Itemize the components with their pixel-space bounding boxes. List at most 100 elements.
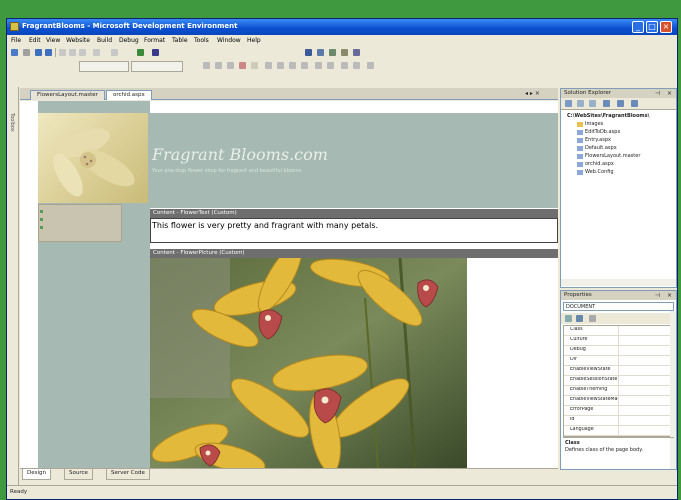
property-row[interactable]: Language (564, 426, 672, 436)
start-debugging-icon[interactable] (137, 49, 144, 56)
maximize-button[interactable]: □ (646, 21, 658, 33)
property-row[interactable]: Dir (564, 356, 672, 366)
bold-icon[interactable] (203, 62, 210, 69)
solution-explorer-icon[interactable] (305, 49, 312, 56)
content-placeholder-label: Content - FlowerText (Custom) (150, 209, 558, 218)
tree-item-edittodb[interactable]: EditToDb.aspx (585, 129, 620, 135)
ide-window: FragrantBlooms - Microsoft Development E… (6, 18, 678, 500)
align-left-icon[interactable] (265, 62, 272, 69)
view-tabs: Design Source Server Code (20, 468, 558, 480)
menu-format[interactable]: Format (144, 37, 165, 44)
menu-build[interactable]: Build (97, 37, 112, 44)
solution-explorer-toolbar (561, 98, 676, 110)
properties-header: Properties ⊣ × (561, 291, 676, 300)
font-name-dropdown[interactable] (131, 61, 183, 72)
file-icon (577, 138, 583, 143)
properties-icon[interactable] (565, 100, 572, 107)
property-row[interactable]: EnableViewState (564, 366, 672, 376)
font-color-icon[interactable] (239, 62, 246, 69)
new-project-icon[interactable] (11, 49, 18, 56)
bulleted-list-icon[interactable] (327, 62, 334, 69)
menu-table[interactable]: Table (172, 37, 188, 44)
block-format-dropdown[interactable] (79, 61, 129, 72)
property-row[interactable]: Debug (564, 346, 672, 356)
tree-item-default[interactable]: Default.aspx (585, 145, 617, 151)
refresh-icon[interactable] (577, 100, 584, 107)
property-pages-icon[interactable] (589, 315, 596, 322)
close-button[interactable]: × (660, 21, 672, 33)
tab-nav-arrows-icon[interactable]: ◂ ▸ × (525, 90, 540, 97)
hyperlink-icon[interactable] (367, 62, 374, 69)
italic-icon[interactable] (215, 62, 222, 69)
find-icon[interactable] (152, 49, 159, 56)
tab-master-page[interactable]: FlowersLayout.master (30, 90, 105, 100)
pin-icon[interactable]: ⊣ (655, 292, 660, 299)
solution-root[interactable]: C:\WebSites\FragrantBlooms\ (567, 113, 649, 119)
view-code-icon[interactable] (603, 100, 610, 107)
orchid-photo[interactable] (150, 244, 467, 468)
outdent-icon[interactable] (341, 62, 348, 69)
menu-help[interactable]: Help (247, 37, 261, 44)
copy-icon[interactable] (69, 49, 76, 56)
toolbox-side-tab[interactable]: Toolbox (7, 87, 19, 487)
property-row[interactable]: EnableViewStateMac (564, 396, 672, 406)
cut-icon[interactable] (59, 49, 66, 56)
object-selector[interactable]: DOCUMENT (563, 302, 674, 311)
design-surface[interactable]: Fragrant Blooms.com Your one-stop flower… (20, 101, 558, 468)
add-item-icon[interactable] (23, 49, 30, 56)
redo-icon[interactable] (111, 49, 118, 56)
close-panel-icon[interactable]: × (667, 90, 672, 97)
tab-server-code[interactable]: Server Code (106, 469, 150, 480)
menu-website[interactable]: Website (66, 37, 90, 44)
save-icon[interactable] (35, 49, 42, 56)
align-right-icon[interactable] (289, 62, 296, 69)
property-row[interactable]: ErrorPage (564, 406, 672, 416)
justify-icon[interactable] (301, 62, 308, 69)
property-row[interactable]: Id (564, 416, 672, 426)
tree-item-images[interactable]: Images (585, 121, 603, 127)
numbered-list-icon[interactable] (315, 62, 322, 69)
underline-icon[interactable] (227, 62, 234, 69)
property-row[interactable]: EnableTheming (564, 386, 672, 396)
property-row[interactable]: Class (564, 326, 672, 336)
menu-debug[interactable]: Debug (119, 37, 139, 44)
close-panel-icon[interactable]: × (667, 292, 672, 299)
tree-item-entry[interactable]: Entry.aspx (585, 137, 611, 143)
tree-item-webconfig[interactable]: Web.Config (585, 169, 614, 175)
start-page-icon[interactable] (353, 49, 360, 56)
tab-orchid-page[interactable]: orchid.aspx (106, 90, 152, 100)
undo-icon[interactable] (93, 49, 100, 56)
copy-website-icon[interactable] (631, 100, 638, 107)
menu-tools[interactable]: Tools (194, 37, 209, 44)
paste-icon[interactable] (79, 49, 86, 56)
horizontal-scrollbar[interactable] (561, 279, 676, 286)
align-center-icon[interactable] (277, 62, 284, 69)
indent-icon[interactable] (353, 62, 360, 69)
tree-item-master[interactable]: FlowersLayout.master (585, 153, 640, 159)
menu-view[interactable]: View (46, 37, 60, 44)
view-designer-icon[interactable] (617, 100, 624, 107)
menu-edit[interactable]: Edit (29, 37, 41, 44)
alphabetical-icon[interactable] (576, 315, 583, 322)
menu-file[interactable]: File (11, 37, 21, 44)
toolbox-icon[interactable] (329, 49, 336, 56)
minimize-button[interactable]: _ (632, 21, 644, 33)
categorized-icon[interactable] (565, 315, 572, 322)
site-title: Fragrant Blooms.com (152, 145, 328, 164)
navigation-box[interactable] (38, 204, 122, 242)
tree-item-orchid[interactable]: orchid.aspx (585, 161, 614, 167)
tab-design[interactable]: Design (22, 469, 51, 480)
property-row[interactable]: Culture (564, 336, 672, 346)
menu-window[interactable]: Window (217, 37, 241, 44)
tab-source[interactable]: Source (64, 469, 93, 480)
highlight-icon[interactable] (251, 62, 258, 69)
nest-files-icon[interactable] (589, 100, 596, 107)
object-browser-icon[interactable] (341, 49, 348, 56)
pin-icon[interactable]: ⊣ (655, 90, 660, 97)
file-icon (577, 162, 583, 167)
save-all-icon[interactable] (45, 49, 52, 56)
nav-bullet (40, 226, 43, 229)
properties-icon[interactable] (317, 49, 324, 56)
properties-panel: Properties ⊣ × DOCUMENT Class Culture De… (560, 290, 677, 470)
property-row[interactable]: EnableSessionState (564, 376, 672, 386)
